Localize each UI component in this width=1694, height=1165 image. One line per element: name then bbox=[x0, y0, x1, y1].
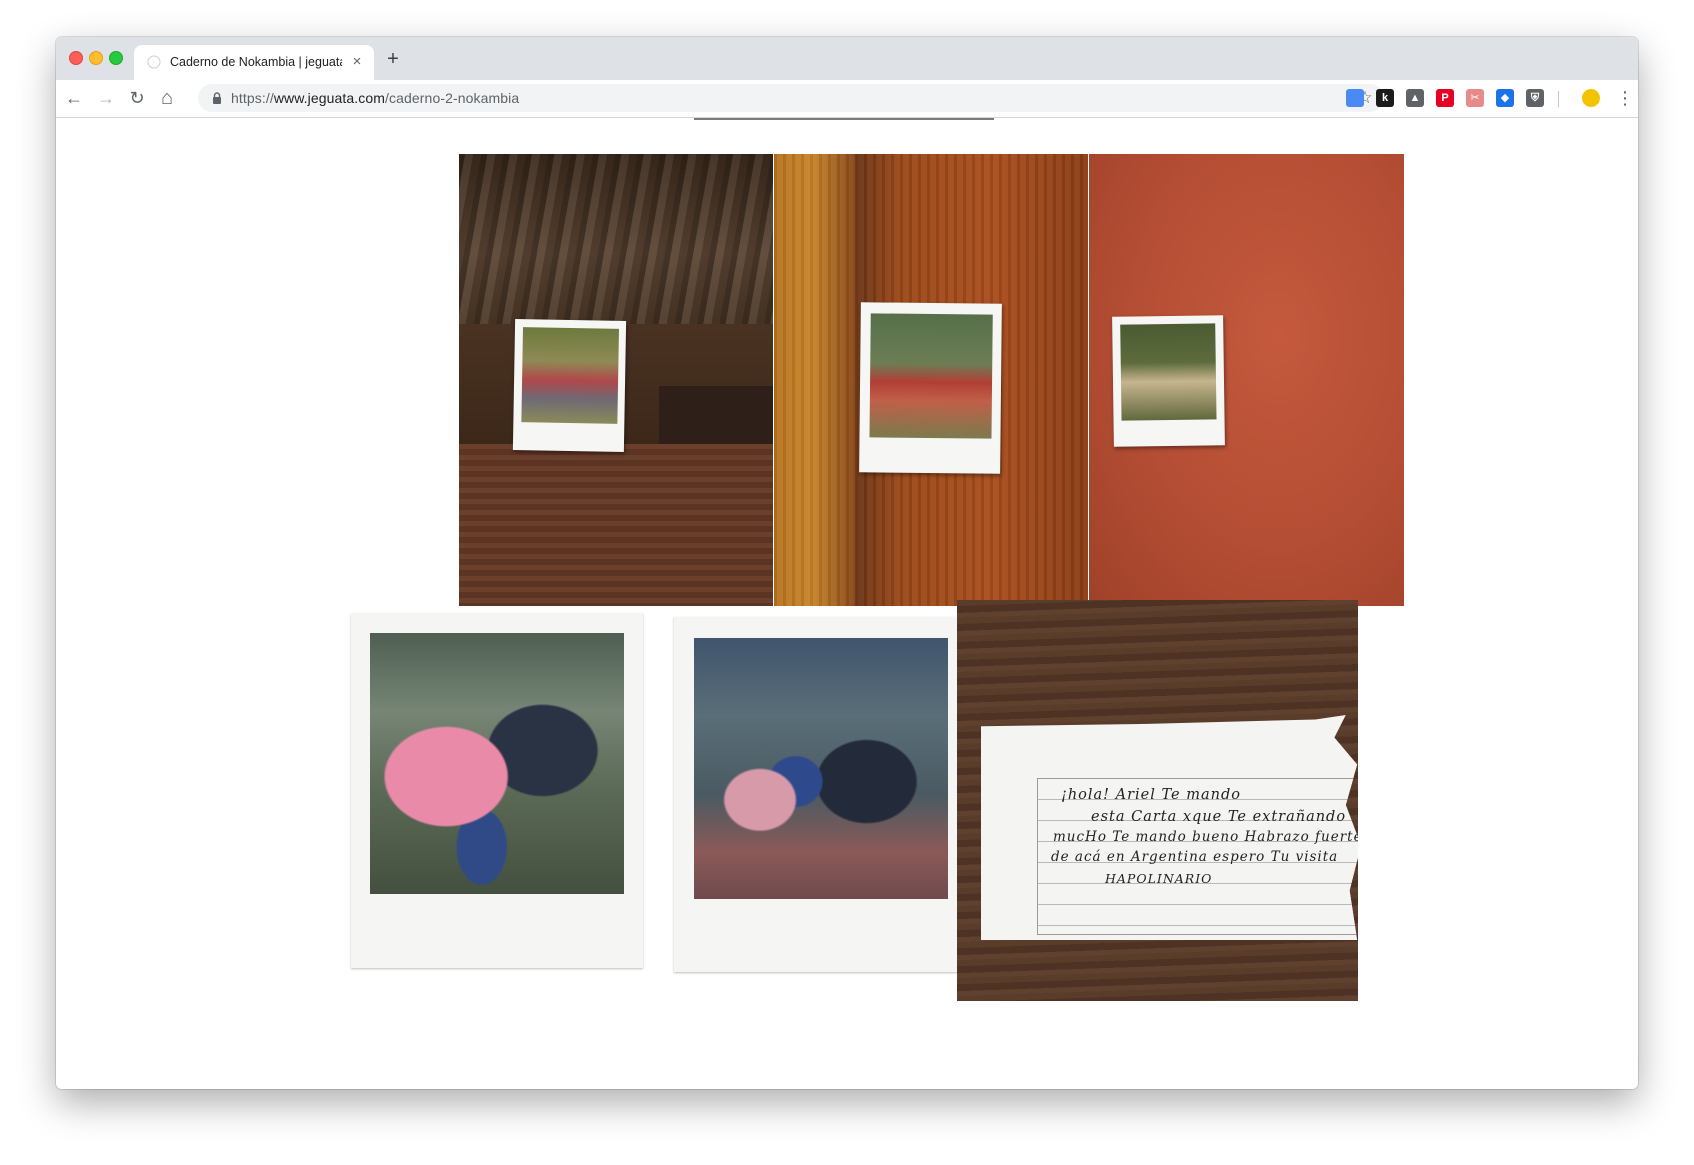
menu-icon[interactable]: ⋮ bbox=[1616, 87, 1634, 109]
note-line-2: esta Carta xque Te extrañando bbox=[1091, 809, 1347, 825]
minimize-window-button[interactable] bbox=[89, 51, 103, 65]
lock-icon bbox=[213, 92, 221, 104]
handwritten-note-photo: ¡hola! Ariel Te mando esta Carta xque Te… bbox=[957, 600, 1358, 1001]
triptych-panel-red-wall bbox=[1089, 154, 1404, 606]
pinterest-icon[interactable]: P bbox=[1436, 89, 1454, 107]
maximize-window-button[interactable] bbox=[109, 51, 123, 65]
note-line-3: mucHo Te mando bueno Habrazo fuerte bbox=[1053, 829, 1358, 845]
profile-avatar-icon[interactable] bbox=[1582, 89, 1600, 107]
shield-icon[interactable]: ⛨ bbox=[1526, 89, 1544, 107]
reload-button[interactable]: ↻ bbox=[126, 87, 148, 109]
note-line-4: de acá en Argentina espero Tu visita bbox=[1051, 849, 1339, 865]
forward-button[interactable]: → bbox=[95, 87, 117, 109]
page-divider bbox=[694, 118, 994, 120]
shelf-box bbox=[659, 386, 773, 444]
drive-icon[interactable]: ▲ bbox=[1406, 89, 1424, 107]
clipper-icon[interactable]: ✂ bbox=[1466, 89, 1484, 107]
scanned-polaroid-family-2 bbox=[674, 617, 966, 972]
triptych-panel-wood-shelf bbox=[459, 154, 773, 606]
tab-bar: Caderno de Nokambia | jeguata × + bbox=[56, 37, 1638, 80]
home-button[interactable]: ⌂ bbox=[156, 87, 178, 109]
tab-title: Caderno de Nokambia | jeguata bbox=[170, 55, 342, 69]
url-text: https://www.jeguata.com/caderno-2-nokamb… bbox=[231, 90, 519, 106]
scanned-polaroid-family-1 bbox=[351, 613, 643, 968]
url-path: /caderno-2-nokambia bbox=[385, 90, 520, 106]
url-host: www.jeguata.com bbox=[273, 90, 386, 106]
address-bar[interactable]: https://www.jeguata.com/caderno-2-nokamb… bbox=[198, 84, 1384, 112]
shelf-plank bbox=[459, 444, 773, 606]
tab-close-icon[interactable]: × bbox=[348, 53, 366, 71]
tab-active[interactable]: Caderno de Nokambia | jeguata × bbox=[134, 45, 374, 80]
note-line-1: ¡hola! Ariel Te mando bbox=[1061, 787, 1241, 803]
triptych-image bbox=[459, 154, 1404, 606]
back-button[interactable]: ← bbox=[63, 87, 85, 109]
note-line-5: HAPOLINARIO bbox=[1105, 871, 1213, 886]
polaroid-photo-group bbox=[512, 319, 627, 452]
triptych-panel-wood-door bbox=[774, 154, 1088, 606]
photo-family-seated bbox=[694, 638, 948, 899]
polaroid-photo-man-red-shirt bbox=[859, 302, 1002, 474]
toolbar-separator bbox=[1558, 91, 1559, 107]
polaroid-photo-man-field bbox=[1112, 315, 1225, 447]
site-favicon-icon bbox=[147, 55, 161, 69]
bookmark-blue-icon[interactable]: ◆ bbox=[1496, 89, 1514, 107]
url-protocol: https:// bbox=[231, 90, 274, 106]
k-extension-icon[interactable]: k bbox=[1376, 89, 1394, 107]
browser-window: Caderno de Nokambia | jeguata × + ← → ↻ … bbox=[56, 37, 1638, 1089]
docs-icon[interactable] bbox=[1346, 89, 1364, 107]
page-content: ¡hola! Ariel Te mando esta Carta xque Te… bbox=[56, 118, 1638, 1089]
toolbar: ← → ↻ ⌂ https://www.jeguata.com/caderno-… bbox=[56, 80, 1638, 118]
roof-slats bbox=[459, 154, 773, 324]
photo-mother-father-child bbox=[370, 633, 624, 894]
torn-paper-note: ¡hola! Ariel Te mando esta Carta xque Te… bbox=[981, 715, 1358, 940]
new-tab-button[interactable]: + bbox=[382, 48, 404, 70]
close-window-button[interactable] bbox=[69, 51, 83, 65]
